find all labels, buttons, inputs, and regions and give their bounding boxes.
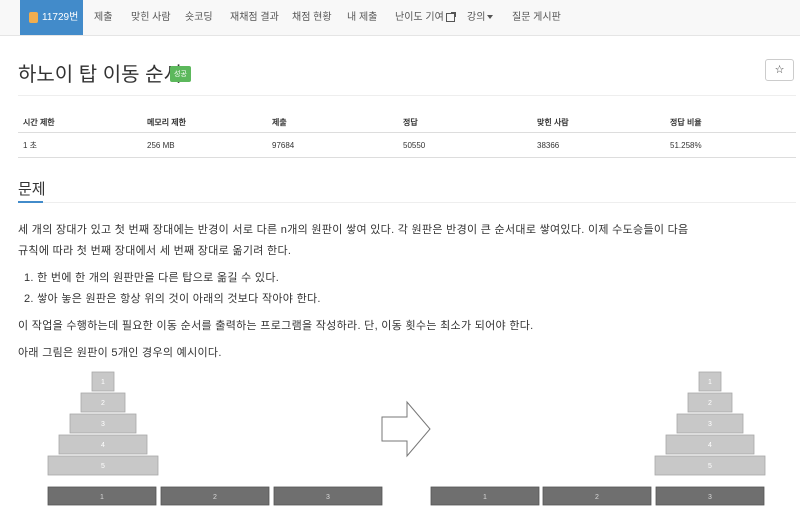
rod-label: 2 <box>595 494 599 501</box>
disk-label: 4 <box>101 442 105 449</box>
header-memory-limit: 메모리 제한 <box>142 112 267 133</box>
rule-item: 1. 한 번에 한 개의 원판만을 다른 탑으로 옮길 수 있다. <box>24 272 280 284</box>
rod-label: 1 <box>483 494 487 501</box>
rod-label: 1 <box>100 494 104 501</box>
disk-label: 5 <box>101 463 105 470</box>
header-time-limit: 시간 제한 <box>18 112 142 133</box>
rule-item: 2. 쌓아 놓은 원판은 항상 위의 것이 아래의 것보다 작아야 한다. <box>24 293 321 305</box>
description-line: 아래 그림은 원판이 5개인 경우의 예시이다. <box>18 347 222 359</box>
nav-submit[interactable]: 제출 <box>94 0 112 35</box>
section-title: 문제 <box>18 181 46 198</box>
nav-solvers[interactable]: 맞힌 사람 <box>131 0 171 35</box>
nav-rejudge[interactable]: 재채점 결과 <box>230 0 279 35</box>
arrow-icon <box>381 400 431 458</box>
status-badge: 성공 <box>170 66 191 82</box>
value-accepted: 50550 <box>398 132 532 158</box>
problem-number-button[interactable]: 11729번 <box>20 0 83 35</box>
section-accent <box>18 201 43 203</box>
nav-lectures-label: 강의 <box>467 12 486 23</box>
disk-label: 4 <box>708 442 712 449</box>
header-submissions: 제출 <box>267 112 398 133</box>
disk-label: 3 <box>101 421 105 428</box>
value-memory-limit: 256 MB <box>142 132 267 158</box>
hanoi-svg: 1 2 3 4 5 1 2 3 1 2 3 4 5 1 2 3 <box>47 371 766 506</box>
rod-label: 3 <box>326 494 330 501</box>
medal-icon <box>29 12 38 23</box>
nav-qna-board[interactable]: 질문 게시판 <box>512 0 561 35</box>
star-icon: ☆ <box>774 64 785 76</box>
caret-down-icon <box>487 15 494 20</box>
nav-status[interactable]: 채점 현황 <box>292 0 332 35</box>
header-accept-ratio: 정답 비율 <box>665 112 796 133</box>
hanoi-figure: 1 2 3 4 5 1 2 3 1 2 3 4 5 1 2 3 <box>0 365 800 520</box>
nav-difficulty-label: 난이도 기여 <box>395 12 444 23</box>
disk-label: 1 <box>708 379 712 386</box>
value-solvers: 38366 <box>532 132 665 158</box>
disk-label: 2 <box>708 400 712 407</box>
table-row: 1 초 256 MB 97684 50550 38366 51.258% <box>18 132 796 158</box>
table-header-row: 시간 제한 메모리 제한 제출 정답 맞힌 사람 정답 비율 <box>18 112 796 133</box>
description-line: 이 작업을 수행하는데 필요한 이동 순서를 출력하는 프로그램을 작성하라. … <box>18 320 534 332</box>
problem-number: 11729번 <box>42 12 79 23</box>
disk-label: 5 <box>708 463 712 470</box>
star-button[interactable]: ☆ <box>765 59 794 81</box>
disk-label: 1 <box>101 379 105 386</box>
rod-label: 2 <box>213 494 217 501</box>
nav-lectures-dropdown[interactable]: 강의 <box>467 0 494 35</box>
description-line: 규칙에 따라 첫 번째 장대에서 세 번째 장대로 옮기려 한다. <box>18 245 292 257</box>
top-navbar: 11729번 제출 맞힌 사람 숏코딩 재채점 결과 채점 현황 내 제출 난이… <box>0 0 800 36</box>
header-accepted: 정답 <box>398 112 532 133</box>
problem-info-table: 시간 제한 메모리 제한 제출 정답 맞힌 사람 정답 비율 1 초 256 M… <box>18 112 796 158</box>
disk-label: 3 <box>708 421 712 428</box>
disk-label: 2 <box>101 400 105 407</box>
header-solvers: 맞힌 사람 <box>532 112 665 133</box>
value-accept-ratio: 51.258% <box>665 132 796 158</box>
nav-short-coding[interactable]: 숏코딩 <box>185 0 213 35</box>
nav-difficulty-contribution[interactable]: 난이도 기여 <box>395 0 456 35</box>
problem-title: 하노이 탑 이동 순서 <box>18 64 182 86</box>
external-link-icon <box>445 11 456 22</box>
section-divider <box>18 202 796 203</box>
nav-my-submissions[interactable]: 내 제출 <box>347 0 377 35</box>
rod-label: 3 <box>708 494 712 501</box>
value-submissions: 97684 <box>267 132 398 158</box>
value-time-limit: 1 초 <box>18 132 142 158</box>
description-line: 세 개의 장대가 있고 첫 번째 장대에는 반경이 서로 다른 n개의 원판이 … <box>18 224 689 236</box>
title-divider <box>18 95 796 96</box>
